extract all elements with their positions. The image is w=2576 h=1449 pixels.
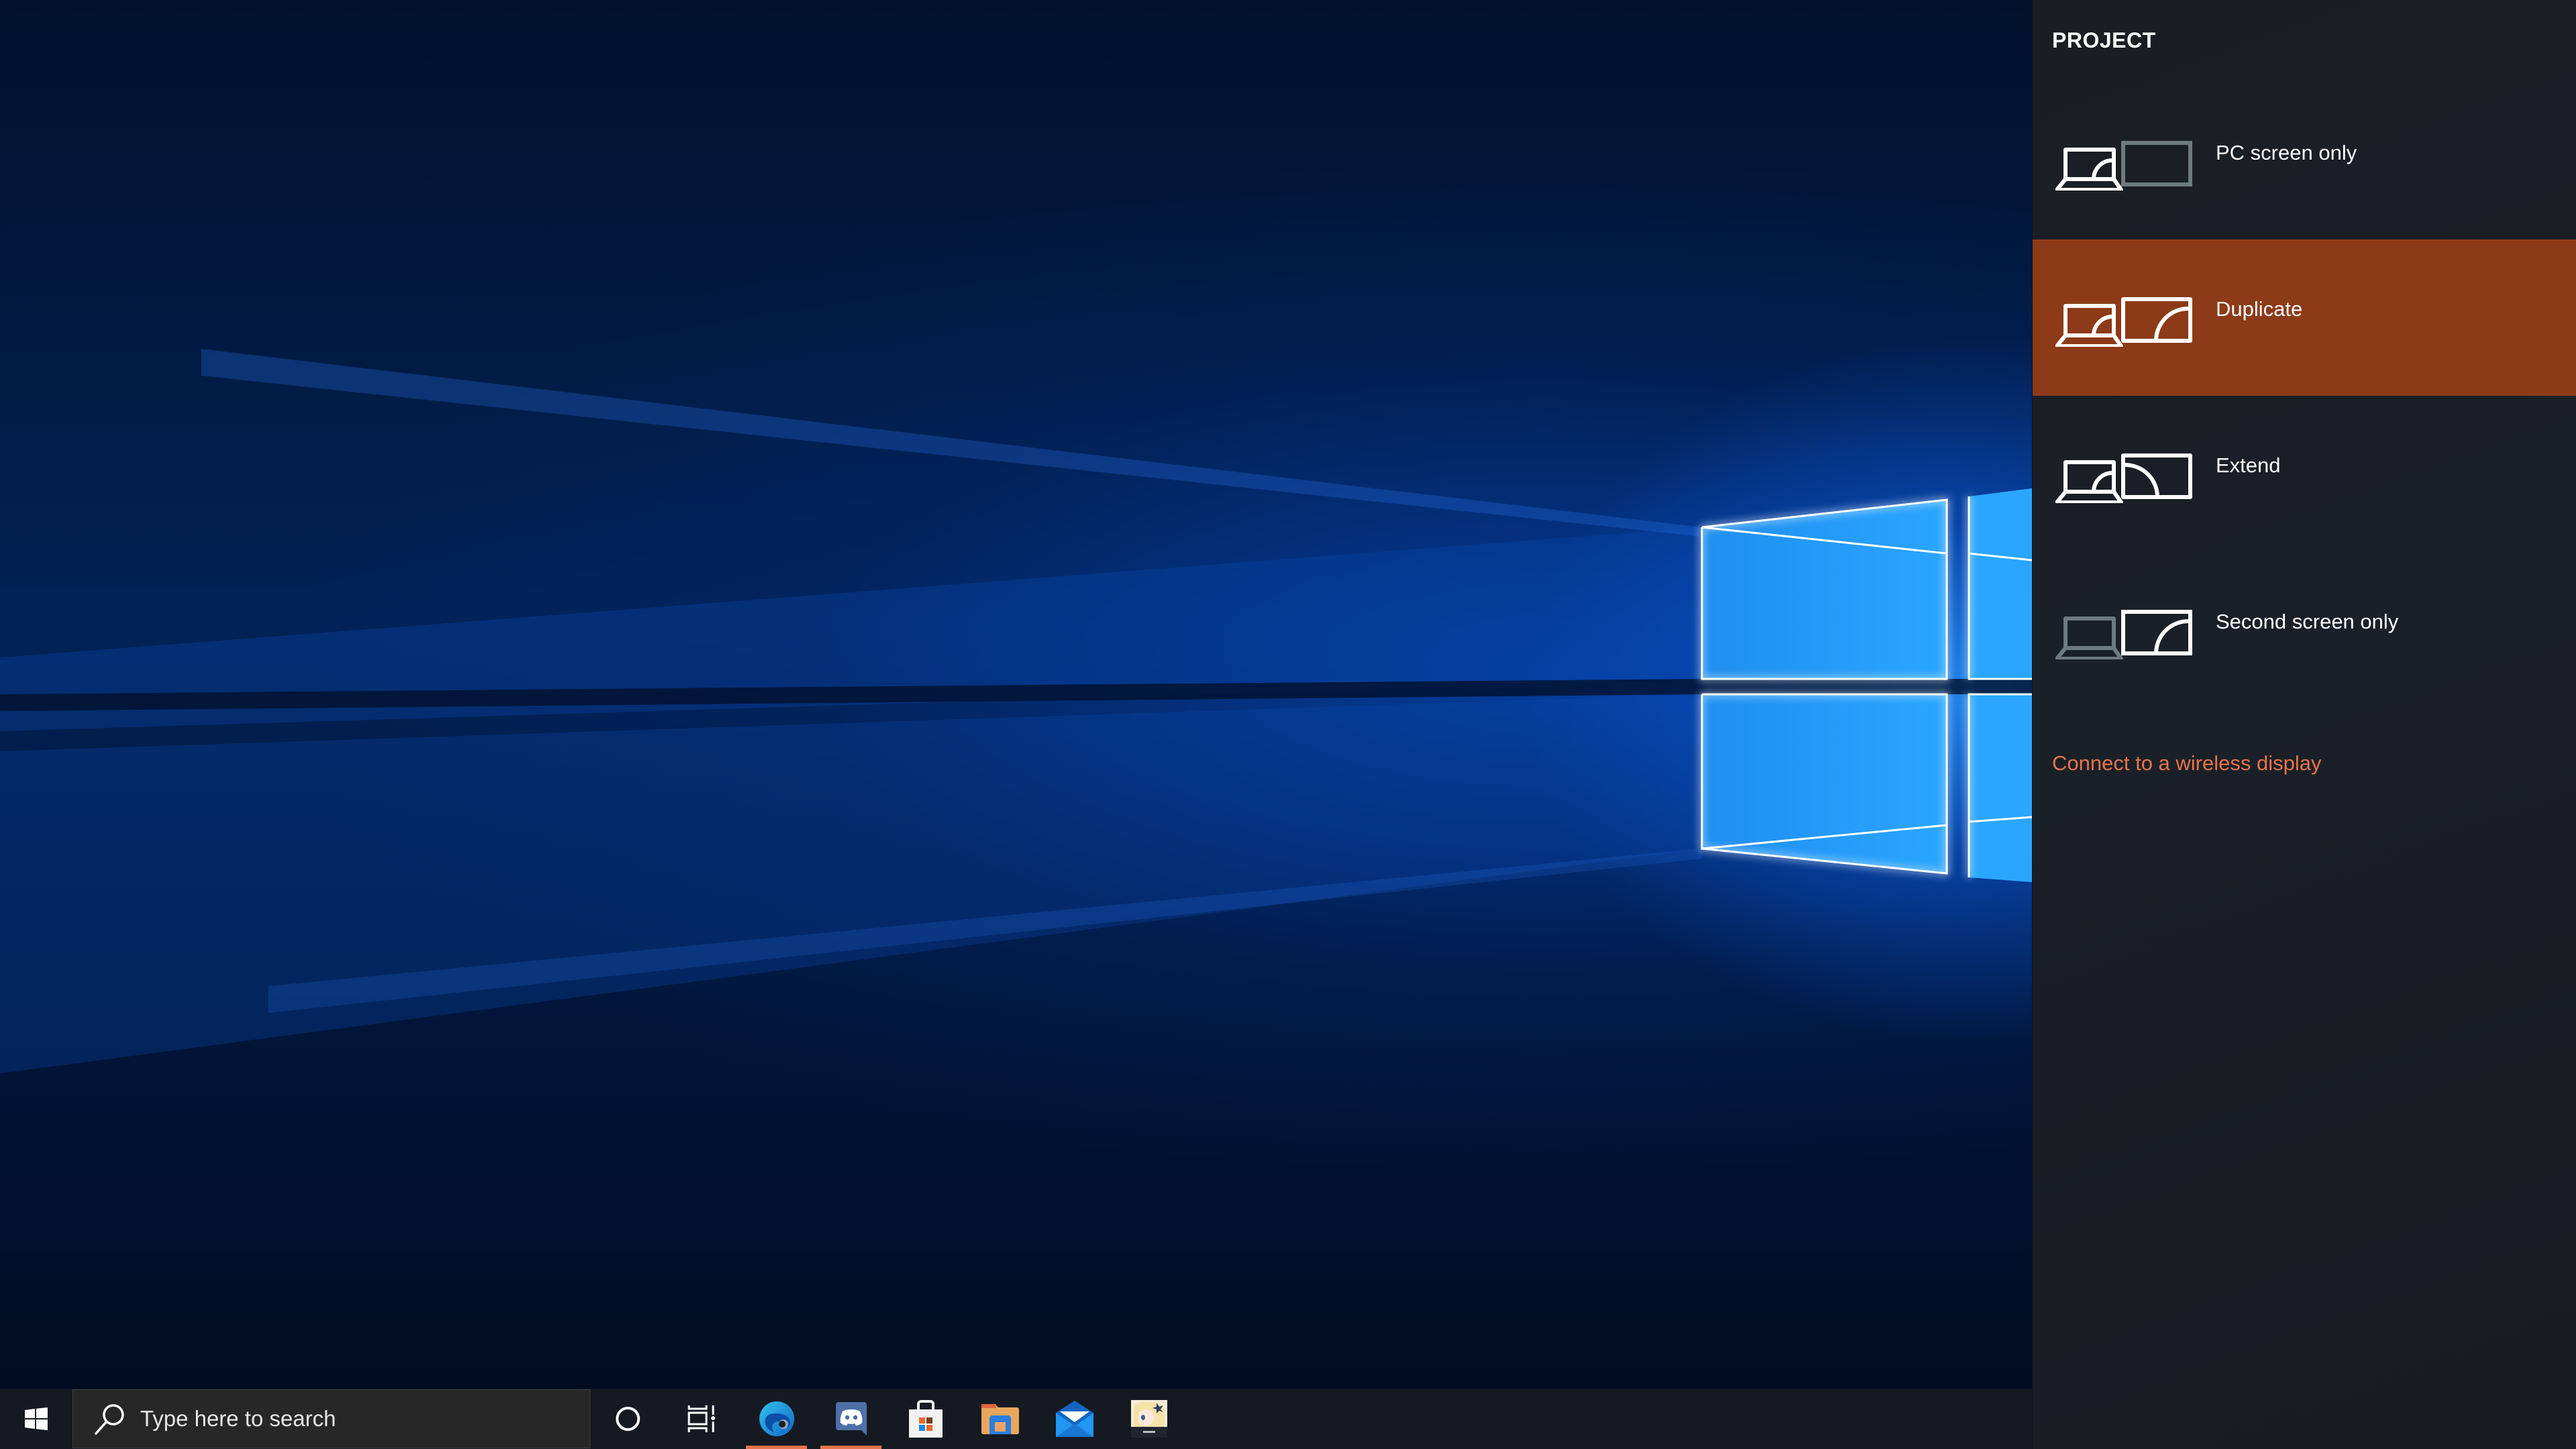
mode-pc-screen-only[interactable]: PC screen only [2033,83,2576,239]
taskbar-app-edge[interactable] [739,1389,814,1449]
mode-extend[interactable]: Extend [2033,396,2576,552]
anime-character-app-icon [1130,1400,1167,1438]
extend-icon [2055,453,2192,503]
task-view-button[interactable] [665,1389,739,1449]
windows-logo-icon [25,1407,48,1430]
discord-icon [835,1402,867,1436]
task-view-icon [688,1405,715,1432]
search-placeholder: Type here to search [140,1406,336,1431]
mail-envelope-icon [1055,1401,1093,1437]
taskbar-app-shortcut[interactable] [1112,1389,1186,1449]
running-indicator [820,1446,881,1449]
taskbar-app-mail[interactable] [1037,1389,1112,1449]
mode-second-screen-only[interactable]: Second screen only [2033,552,2576,708]
window-pane-upper-left [1702,500,1947,679]
store-bag-icon [908,1400,943,1438]
folder-icon [981,1404,1019,1434]
window-pane-lower-right [1969,694,2032,882]
mode-duplicate[interactable]: Duplicate [2033,239,2576,396]
duplicate-icon [2055,297,2192,347]
project-panel: PROJECT PC screen only Duplicate Extend … [2032,0,2576,1449]
search-icon [95,1404,124,1435]
taskbar-app-file-explorer[interactable] [963,1389,1037,1449]
taskbar: Type here to search [0,1389,2033,1449]
start-button[interactable] [0,1389,72,1449]
panel-title: PROJECT [2052,28,2156,52]
mode-label: Extend [2216,453,2281,477]
running-indicator [746,1446,807,1449]
taskbar-app-store[interactable] [888,1389,963,1449]
cortana-circle-icon [615,1407,640,1431]
search-input[interactable]: Type here to search [72,1389,590,1448]
connect-wireless-display-link[interactable]: Connect to a wireless display [2052,751,2321,775]
window-pane-upper-right [1969,488,2032,679]
second-screen-only-icon [2055,610,2192,659]
mode-label: Duplicate [2216,297,2303,321]
taskbar-app-discord[interactable] [814,1389,888,1449]
mode-label: Second screen only [2216,610,2399,633]
mode-label: PC screen only [2216,141,2357,164]
edge-icon [759,1401,794,1436]
window-pane-lower-left [1702,694,1947,873]
cortana-button[interactable] [590,1389,665,1449]
pc-screen-only-icon [2055,141,2192,191]
